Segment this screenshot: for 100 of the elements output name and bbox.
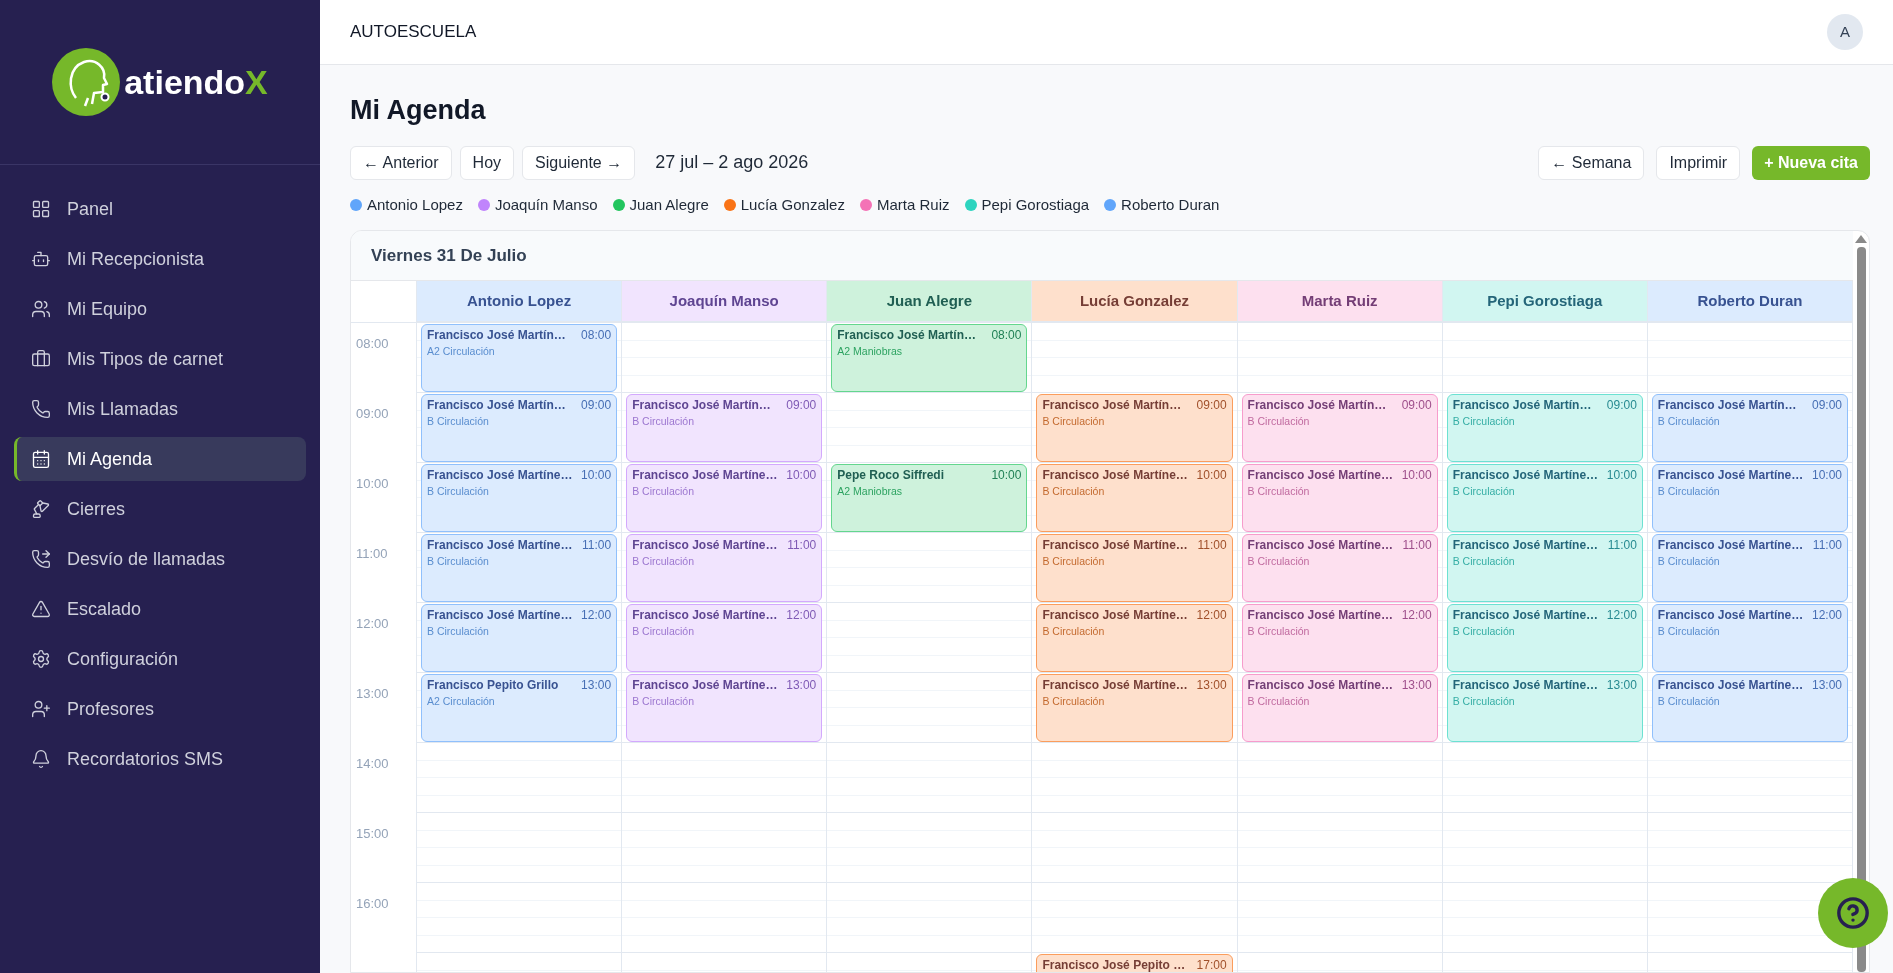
appointment-detail: B Circulación — [427, 484, 490, 500]
appointment-time: 13:00 — [786, 677, 817, 695]
appointment-card[interactable]: Francisco José Martíne… 10:00 B Circulación — [1036, 464, 1233, 533]
bell-icon — [31, 749, 51, 769]
appointment-card[interactable]: Francisco José Martín… 09:00 B Circulación — [421, 394, 618, 463]
nav-item[interactable]: Mis Tipos de carnet — [14, 337, 306, 381]
appointment-card[interactable]: Francisco José Martíne… 12:00 B Circulación — [1446, 604, 1643, 673]
appointment-card[interactable]: Francisco José Martíne… 12:00 B Circulación — [626, 604, 823, 673]
appointment-card[interactable]: Francisco José Martíne… 11:00 B Circulación — [1241, 534, 1438, 603]
appointment-card[interactable]: Francisco José Martíne… 13:00 B Circulación — [1241, 674, 1438, 743]
appointment-card[interactable]: Francisco José Martíne… 10:00 B Circulación — [1446, 464, 1643, 533]
toolbar-button[interactable]: Siguiente → — [522, 145, 636, 180]
column-header: Pepi Gorostiaga — [1442, 281, 1647, 324]
appointment-time: 12:00 — [1606, 607, 1637, 625]
nav-item[interactable]: Panel — [14, 187, 306, 231]
appointment-card[interactable]: Francisco José Martíne… 10:00 B Circulación — [1241, 464, 1438, 533]
appointment-title: Francisco José Martíne… — [1657, 537, 1804, 555]
hour-label: 09:00 — [356, 406, 389, 422]
appointment-card[interactable]: Francisco José Martíne… 10:00 B Circulación — [421, 464, 618, 533]
hour-label: 12:00 — [356, 616, 389, 632]
scroll-up-icon[interactable] — [1855, 235, 1867, 244]
toolbar-button[interactable]: ← Anterior — [350, 145, 452, 180]
appointment-card[interactable]: Francisco José Martín… 09:00 B Circulación — [626, 394, 823, 463]
users-icon — [31, 299, 51, 319]
column-header: Lucía Gonzalez — [1032, 281, 1237, 324]
nav-item[interactable]: Desvío de llamadas — [14, 537, 306, 581]
appointment-title: Francisco José Martíne… — [427, 607, 573, 625]
appointment-detail: B Circulación — [1657, 694, 1721, 710]
appointment-time: 11:00 — [787, 537, 817, 555]
hour-label: 10:00 — [356, 476, 389, 492]
appointment-card[interactable]: Francisco José Pepito … 17:00 — [1036, 954, 1233, 972]
toolbar-button[interactable]: Hoy — [459, 145, 515, 180]
hour-label: 11:00 — [356, 546, 388, 562]
nav-item[interactable]: Mi Agenda — [14, 437, 306, 481]
nav-item[interactable]: Cierres — [14, 487, 306, 531]
appointment-detail: B Circulación — [1452, 694, 1516, 710]
appointment-detail: B Circulación — [1452, 484, 1516, 500]
appointment-card[interactable]: Pepe Roco Siffredi 10:00 A2 Maniobras — [831, 464, 1028, 533]
appointment-detail: B Circulación — [1042, 624, 1106, 640]
appointment-title: Pepe Roco Siffredi — [837, 467, 944, 485]
appointment-title: Francisco José Martín… — [427, 327, 566, 345]
nav-item[interactable]: Recordatorios SMS — [14, 737, 306, 781]
appointment-card[interactable]: Francisco José Martíne… 11:00 B Circulación — [1036, 534, 1233, 603]
appointment-card[interactable]: Francisco José Martíne… 11:00 B Circulación — [1446, 534, 1643, 603]
appointment-title: Francisco José Martíne… — [1042, 677, 1188, 695]
toolbar-button[interactable]: Imprimir — [1656, 145, 1741, 180]
appointment-card[interactable]: Francisco José Martín… 08:00 A2 Circulación — [421, 324, 618, 393]
appointment-time: 09:00 — [581, 397, 612, 415]
appointment-card[interactable]: Francisco José Martíne… 10:00 B Circulación — [1651, 464, 1848, 533]
nav-item[interactable]: Mi Equipo — [14, 287, 306, 331]
appointment-card[interactable]: Francisco José Martíne… 10:00 B Circulación — [626, 464, 823, 533]
appointment-detail: B Circulación — [1042, 414, 1106, 430]
appointment-detail: B Circulación — [427, 624, 490, 640]
appointment-detail: B Circulación — [1657, 554, 1721, 570]
appointment-card[interactable]: Francisco José Martín… 09:00 B Circulación — [1241, 394, 1438, 463]
appointment-time: 10:00 — [786, 467, 817, 485]
nav-item[interactable]: Profesores — [14, 687, 306, 731]
appointment-title: Francisco José Martíne… — [427, 537, 573, 555]
appointment-card[interactable]: Francisco José Martíne… 12:00 B Circulación — [1241, 604, 1438, 673]
date-range: 27 jul – 2 ago 2026 — [655, 151, 809, 175]
appointment-card[interactable]: Francisco José Martíne… 13:00 B Circulación — [1036, 674, 1233, 743]
nav-item[interactable]: Escalado — [14, 587, 306, 631]
appointment-card[interactable]: Francisco José Martíne… 11:00 B Circulación — [626, 534, 823, 603]
appointment-time: 08:00 — [581, 327, 612, 345]
appointment-card[interactable]: Francisco José Martíne… 13:00 B Circulación — [1446, 674, 1643, 743]
appointment-title: Francisco José Martíne… — [1657, 607, 1804, 625]
appointment-card[interactable]: Francisco Pepito Grillo 13:00 A2 Circulación — [421, 674, 618, 743]
help-icon — [1836, 896, 1870, 930]
appointment-time: 10:00 — [1606, 467, 1637, 485]
appointment-time: 12:00 — [1401, 607, 1432, 625]
appointment-title: Francisco José Martíne… — [427, 467, 573, 485]
appointment-card[interactable]: Francisco José Martíne… 12:00 B Circulación — [421, 604, 618, 673]
nav-item[interactable]: Mis Llamadas — [14, 387, 306, 431]
appointment-time: 10:00 — [581, 467, 612, 485]
appointment-card[interactable]: Francisco José Martíne… 11:00 B Circulación — [1651, 534, 1848, 603]
appointment-card[interactable]: Francisco José Martín… 09:00 B Circulación — [1446, 394, 1643, 463]
hour-label: 16:00 — [356, 896, 389, 912]
appointment-time: 09:00 — [1401, 397, 1432, 415]
appointment-time: 10:00 — [1196, 467, 1227, 485]
appointment-card[interactable]: Francisco José Martín… 09:00 B Circulación — [1651, 394, 1848, 463]
appointment-detail: A2 Maniobras — [837, 344, 904, 360]
avatar[interactable]: A — [1827, 14, 1863, 50]
appointment-card[interactable]: Francisco José Martíne… 12:00 B Circulación — [1036, 604, 1233, 673]
appointment-title: Francisco José Martín… — [837, 327, 976, 345]
nav-item[interactable]: Mi Recepcionista — [14, 237, 306, 281]
appointment-card[interactable]: Francisco José Martín… 09:00 B Circulación — [1036, 394, 1233, 463]
nav-item[interactable]: Configuración — [14, 637, 306, 681]
appointment-detail: B Circulación — [632, 414, 695, 430]
legend-label: Juan Alegre — [629, 194, 709, 215]
appointment-card[interactable]: Francisco José Martíne… 13:00 B Circulación — [626, 674, 823, 743]
appointment-title: Francisco José Martín… — [1042, 397, 1182, 415]
appointment-time: 13:00 — [1811, 677, 1842, 695]
appointment-card[interactable]: Francisco José Martíne… 12:00 B Circulación — [1651, 604, 1848, 673]
appointment-detail: B Circulación — [1247, 554, 1311, 570]
appointment-detail: B Circulación — [1657, 414, 1721, 430]
toolbar-button[interactable]: ← Semana — [1538, 145, 1645, 180]
appointment-card[interactable]: Francisco José Martín… 08:00 A2 Maniobras — [831, 324, 1028, 393]
appointment-time: 08:00 — [991, 327, 1022, 345]
appointment-card[interactable]: Francisco José Martíne… 11:00 B Circulación — [421, 534, 618, 603]
appointment-card[interactable]: Francisco José Martíne… 13:00 B Circulación — [1651, 674, 1848, 743]
